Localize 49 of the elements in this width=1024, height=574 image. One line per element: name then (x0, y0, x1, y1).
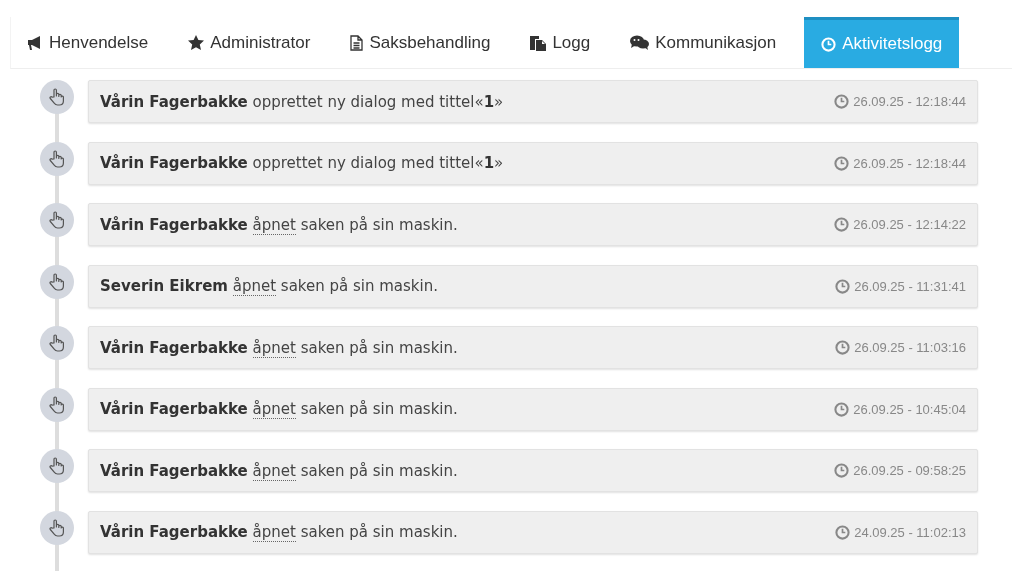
clock-icon (834, 463, 850, 478)
clock-icon (834, 401, 850, 417)
log-message: Vårin Fagerbakke opprettet ny dialog med tittel«1» (100, 154, 504, 172)
clock-icon (834, 217, 850, 232)
link[interactable]: åpnet (252, 400, 296, 419)
timestamp: 26.09.25 - 09:58:25 (853, 463, 966, 478)
document-icon (350, 34, 364, 51)
pointer-hand-icon (49, 518, 65, 537)
pointer-hand-icon (49, 211, 65, 229)
timestamp: 26.09.25 - 11:31:41 (854, 278, 966, 294)
pointer-hand-icon (49, 272, 65, 291)
pointer-hand-icon (49, 395, 65, 414)
pointer-hand-icon (49, 457, 65, 475)
timestamp: 24.09.25 - 11:02:13 (854, 524, 966, 540)
tab[interactable]: Logg (514, 17, 607, 68)
tab[interactable]: Saksbehandling (334, 17, 507, 68)
timestamp: 26.09.25 - 12:14:22 (853, 217, 966, 232)
pointer-hand-icon (49, 88, 65, 106)
log-message: Vårin Fagerbakke åpnet saken på sin maskin. (100, 215, 458, 234)
tab[interactable]: Kommunikasjon (614, 17, 793, 68)
clock-icon (835, 340, 851, 355)
pointer-hand-icon (49, 149, 65, 168)
clock-icon (834, 155, 850, 171)
log-message: Vårin Fagerbakke opprettet ny dialog med tittel«1» (100, 92, 504, 111)
timestamp: 26.09.25 - 11:03:16 (854, 340, 966, 355)
chat-icon (630, 35, 650, 50)
tab[interactable]: Administrator (172, 17, 327, 68)
clock-icon (821, 36, 837, 52)
link[interactable]: åpnet (252, 461, 296, 481)
megaphone-icon (27, 35, 43, 50)
log-message: Vårin Fagerbakke åpnet saken på sin maskin. (100, 338, 458, 357)
link[interactable]: åpnet (252, 523, 296, 542)
timestamp: 26.09.25 - 12:18:44 (853, 155, 966, 171)
timestamp: 26.09.25 - 12:18:44 (853, 94, 966, 109)
link[interactable]: åpnet (252, 338, 296, 358)
log-message: Severin Eikrem åpnet saken på sin maskin. (100, 277, 438, 295)
clock-icon (834, 94, 850, 109)
copy-icon (530, 34, 547, 51)
tab[interactable]: Henvendelse (11, 17, 165, 68)
clock-icon (835, 278, 851, 294)
timestamp: 26.09.25 - 10:45:04 (853, 401, 966, 417)
log-message: Vårin Fagerbakke åpnet saken på sin maskin. (100, 461, 458, 480)
log-message: Vårin Fagerbakke åpnet saken på sin maskin. (100, 400, 458, 418)
link[interactable]: åpnet (252, 215, 296, 235)
pointer-hand-icon (49, 334, 65, 352)
log-message: Vårin Fagerbakke åpnet saken på sin maskin. (100, 523, 458, 541)
link[interactable]: åpnet (232, 277, 277, 296)
clock-icon (835, 524, 851, 540)
star-icon (188, 35, 205, 50)
